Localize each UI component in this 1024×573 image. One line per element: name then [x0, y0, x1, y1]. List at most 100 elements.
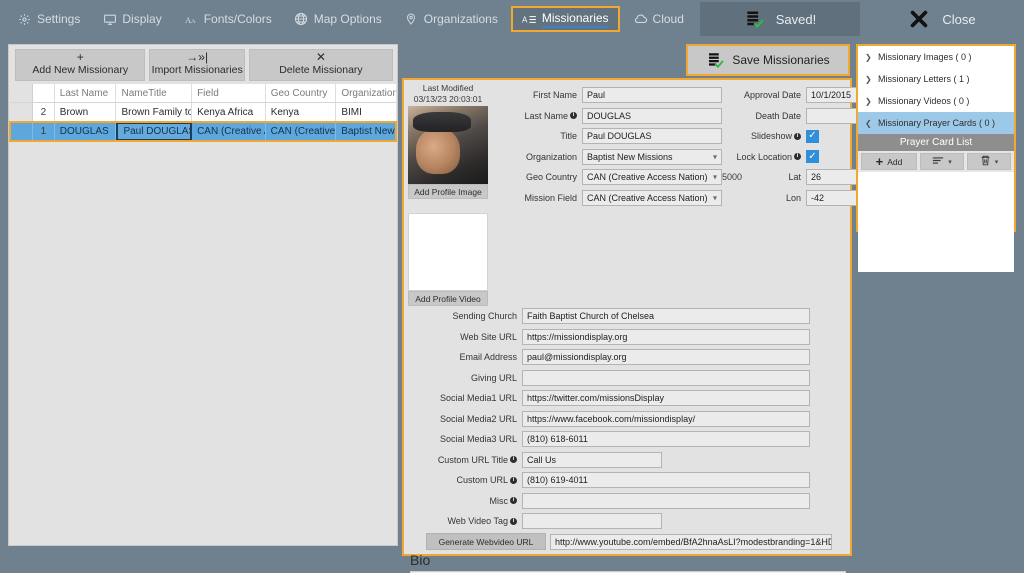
profile-image[interactable] — [408, 106, 488, 184]
row-number-header — [33, 84, 55, 103]
nav-tab-settings[interactable]: Settings — [8, 6, 89, 32]
generate-webvideo-url-button[interactable]: Generate Webvideo URL — [426, 533, 546, 550]
info-icon[interactable]: i — [570, 112, 577, 119]
mission-field-select[interactable]: CAN (Creative Access Nation) ▾ — [582, 190, 722, 206]
cell-organization[interactable]: BIMI — [336, 103, 396, 122]
gear-icon — [17, 12, 32, 27]
info-icon[interactable]: i — [794, 153, 801, 160]
web-video-tag-input[interactable] — [522, 513, 662, 529]
add-profile-video-button[interactable]: Add Profile Video — [408, 291, 488, 306]
nav-tab-map-options[interactable]: Map Options — [285, 6, 391, 32]
web-site-url-input[interactable]: https://missiondisplay.org — [522, 329, 810, 345]
pin-icon — [404, 12, 419, 27]
bio-label: Bio — [406, 552, 847, 568]
webvideo-url-input[interactable]: http://www.youtube.com/embed/BfA2hnaAsLI… — [550, 534, 832, 550]
chevron-down-icon: ▾ — [713, 173, 717, 182]
info-icon[interactable]: i — [510, 518, 517, 525]
accordion-item-missionary-prayer-cards[interactable]: ❮ Missionary Prayer Cards ( 0 ) — [858, 112, 1014, 134]
delete-missionary-button[interactable]: ✕ Delete Missionary — [249, 49, 393, 81]
accordion-item-missionary-images[interactable]: ❯ Missionary Images ( 0 ) — [858, 46, 1014, 68]
info-icon[interactable]: i — [510, 497, 517, 504]
web-video-tag-label: Web Video Tag i — [406, 516, 522, 526]
lock-location-checkbox[interactable]: ✓ — [806, 150, 819, 163]
field-row-giving-url: Giving URL — [406, 368, 847, 388]
add-prayer-card-label: Add — [887, 157, 902, 167]
x-icon: ✕ — [316, 52, 326, 64]
row-number: 1 — [33, 122, 55, 141]
misc-input[interactable] — [522, 493, 810, 509]
table-row[interactable]: 2 Brown Brown Family to Kenya Africa Ken… — [10, 103, 396, 122]
title-input[interactable]: Paul DOUGLAS — [582, 128, 722, 144]
accordion-item-missionary-letters[interactable]: ❯ Missionary Letters ( 1 ) — [858, 68, 1014, 90]
row-selector[interactable] — [10, 122, 33, 141]
add-prayer-card-button[interactable]: + Add — [861, 153, 917, 170]
cell-field[interactable]: CAN (Creative Ac — [192, 122, 266, 141]
first-name-input[interactable]: Paul — [582, 87, 722, 103]
cell-last-name[interactable]: DOUGLAS — [55, 122, 117, 141]
save-missionaries-label: Save Missionaries — [732, 53, 829, 67]
custom-url-input[interactable]: (810) 619-4011 — [522, 472, 810, 488]
extended-fields-section: Sending Church Faith Baptist Church of C… — [404, 306, 850, 568]
column-header-geo-country[interactable]: Geo Country — [266, 84, 337, 103]
info-icon[interactable]: i — [510, 456, 517, 463]
nav-tab-fonts-colors[interactable]: A A Fonts/Colors — [175, 6, 281, 32]
accordion-item-missionary-videos[interactable]: ❯ Missionary Videos ( 0 ) — [858, 90, 1014, 112]
last-name-input[interactable]: DOUGLAS — [582, 108, 722, 124]
slideshow-checkbox[interactable]: ✓ — [806, 130, 819, 143]
delete-prayer-card-button[interactable]: ▾ — [967, 153, 1011, 170]
email-address-input[interactable]: paul@missiondisplay.org — [522, 349, 810, 365]
scale-value: 5000 — [722, 172, 756, 182]
cell-nametitle[interactable]: Paul DOUGLAS — [116, 122, 192, 141]
social-media3-input[interactable]: (810) 618-6011 — [522, 431, 810, 447]
info-icon[interactable]: i — [794, 133, 801, 140]
geo-country-select[interactable]: CAN (Creative Access Nation) ▾ — [582, 169, 722, 185]
row-selector[interactable] — [10, 103, 33, 122]
list-toolbar: + Add New Missionary →»| Import Missiona… — [9, 45, 397, 84]
mission-field-label: Mission Field — [490, 193, 582, 203]
cell-field[interactable]: Kenya Africa — [192, 103, 266, 122]
field-row-email-address: Email Address paul@missiondisplay.org — [406, 347, 847, 367]
slideshow-label: Slideshow i — [722, 131, 806, 141]
saved-status-button[interactable]: Saved! — [700, 2, 860, 36]
custom-url-title-input[interactable]: Call Us — [522, 452, 662, 468]
add-profile-image-button[interactable]: Add Profile Image — [408, 184, 488, 199]
import-missionaries-button[interactable]: →»| Import Missionaries — [149, 49, 244, 81]
column-header-last-name[interactable]: Last Name — [55, 84, 117, 103]
sort-prayer-cards-button[interactable]: ▾ — [920, 153, 964, 170]
cell-last-name[interactable]: Brown — [55, 103, 117, 122]
field-row-first-name: First Name Paul — [490, 85, 722, 105]
globe-icon — [294, 12, 309, 27]
cell-geo-country[interactable]: CAN (Creative Access — [266, 122, 337, 141]
column-header-field[interactable]: Field — [192, 84, 266, 103]
social-media2-input[interactable]: https://www.facebook.com/missiondisplay/ — [522, 411, 810, 427]
cell-nametitle[interactable]: Brown Family to — [116, 103, 192, 122]
primary-fields-column: First Name Paul Last Name i DOUGLAS Titl… — [490, 83, 722, 306]
column-header-nametitle[interactable]: NameTitle — [116, 84, 192, 103]
column-header-organization[interactable]: Organization — [336, 84, 396, 103]
organization-select[interactable]: Baptist New Missions ▾ — [582, 149, 722, 165]
nav-tab-organizations[interactable]: Organizations — [395, 6, 507, 32]
chevron-down-icon: ▾ — [713, 193, 717, 202]
nav-tab-missionaries[interactable]: A Missionaries — [511, 6, 620, 32]
chevron-right-icon: ❯ — [865, 53, 872, 62]
form-top-section: Last Modified 03/13/23 20:03:01 Add Prof… — [404, 80, 850, 306]
row-selector-header — [10, 84, 33, 103]
cell-organization[interactable]: Baptist New Missi — [336, 122, 396, 141]
nav-tab-label: Map Options — [314, 12, 382, 26]
table-row[interactable]: 1 DOUGLAS Paul DOUGLAS CAN (Creative Ac … — [10, 122, 396, 141]
save-missionaries-button[interactable]: Save Missionaries — [686, 44, 850, 76]
sending-church-input[interactable]: Faith Baptist Church of Chelsea — [522, 308, 810, 324]
cell-geo-country[interactable]: Kenya — [266, 103, 337, 122]
field-row-misc: Misc i — [406, 491, 847, 511]
prayer-card-list-body[interactable] — [858, 172, 1014, 272]
add-new-missionary-button[interactable]: + Add New Missionary — [15, 49, 145, 81]
close-button[interactable]: Close — [866, 2, 1018, 36]
giving-url-input[interactable] — [522, 370, 810, 386]
list-text-icon: A — [522, 12, 537, 27]
social-media1-input[interactable]: https://twitter.com/missionsDisplay — [522, 390, 810, 406]
nav-tab-cloud[interactable]: Cloud — [624, 6, 693, 32]
import-arrow-icon: →»| — [186, 52, 208, 64]
info-icon[interactable]: i — [510, 477, 517, 484]
profile-video[interactable] — [408, 213, 488, 291]
nav-tab-display[interactable]: Display — [93, 6, 170, 32]
